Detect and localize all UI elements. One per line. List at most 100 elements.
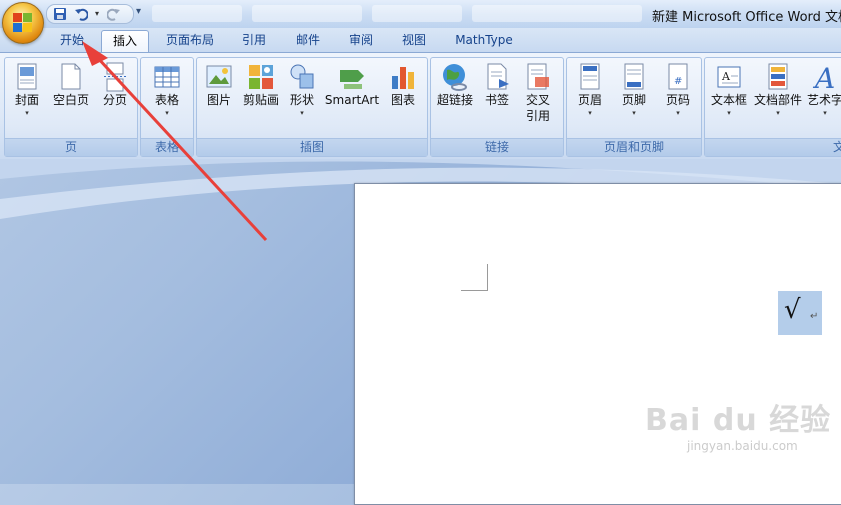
picture-label: 图片 [206,93,231,107]
tab-page-layout[interactable]: 页面布局 [158,30,222,52]
bookmark-label: 书签 [484,93,509,107]
header-button[interactable]: 页眉 ▾ [569,60,611,138]
hyperlink-button[interactable]: 超链接 [433,60,477,138]
tab-insert[interactable]: 插入 [101,30,149,53]
page-number-icon: # [664,62,692,92]
cross-reference-button[interactable]: 交叉 引用 [517,60,559,138]
group-header-footer: 页眉 ▾ 页脚 ▾ # 页码 ▾ 页眉和页脚 [566,57,702,157]
watermark-logo-text: Bai du 经验 [645,403,832,438]
text-box-label: 文本框 [710,93,747,107]
document-title: 新建 Microsoft Office Word 文档 [652,10,841,25]
cover-page-button[interactable]: 封面 ▾ [7,60,47,138]
smartart-icon [338,62,366,92]
quick-parts-button[interactable]: 文档部件 ▾ [751,60,805,138]
page-break-label: 分页 [102,93,127,107]
watermark-url: jingyan.baidu.com [687,439,798,453]
quick-parts-label: 文档部件 [753,93,802,107]
blank-page-button[interactable]: 空白页 [49,60,93,138]
header-icon [576,62,604,92]
chevron-down-icon: ▾ [632,109,636,117]
chevron-down-icon: ▾ [25,109,29,117]
undo-icon[interactable] [74,7,89,21]
blank-page-icon [57,62,85,92]
chevron-down-icon: ▾ [823,109,827,117]
margin-corner-mark [461,264,488,291]
hyperlink-label: 超链接 [436,93,473,107]
shapes-button[interactable]: 形状 ▾ [283,60,321,138]
shapes-label: 形状 [289,93,314,107]
taskbar-item [152,5,242,22]
chart-button[interactable]: 图表 [383,60,423,138]
chevron-down-icon: ▾ [776,109,780,117]
tab-mathtype[interactable]: MathType [446,30,522,52]
text-box-button[interactable]: A 文本框 ▾ [707,60,751,138]
page-number-button[interactable]: # 页码 ▾ [657,60,699,138]
group-table: 表格 ▾ 表格 [140,57,194,157]
chevron-down-icon: ▾ [676,109,680,117]
page-number-label: 页码 [665,93,690,107]
clip-art-button[interactable]: 剪贴画 [241,60,281,138]
svg-text:A: A [812,62,835,92]
picture-button[interactable]: 图片 [199,60,239,138]
clip-art-label: 剪贴画 [242,93,279,107]
chevron-down-icon: ▾ [165,109,169,117]
svg-text:#: # [674,76,682,87]
tab-view[interactable]: 视图 [392,30,436,52]
taskbar-item [372,5,462,22]
globe-icon [441,62,469,92]
save-icon[interactable] [53,7,67,21]
redo-icon[interactable] [106,7,121,21]
ribbon-tabs: 开始 插入 页面布局 引用 邮件 审阅 视图 MathType [0,28,841,53]
quick-access-toolbar: ▾ [46,4,134,24]
wordart-icon: A [811,62,839,95]
bookmark-icon [483,62,511,92]
page-break-icon [101,62,129,92]
smartart-button[interactable]: SmartArt [323,60,381,138]
bookmark-button[interactable]: 书签 [479,60,515,138]
undo-dropdown-icon[interactable]: ▾ [90,7,104,21]
header-label: 页眉 [577,93,602,107]
cross-reference-icon [524,62,552,92]
group-header-footer-label: 页眉和页脚 [567,138,701,156]
group-table-label: 表格 [141,138,193,156]
customize-icon[interactable]: ▾ [136,6,141,17]
chart-label: 图表 [390,93,415,107]
group-pages: 封面 ▾ 空白页 分页 页 [4,57,138,157]
table-button[interactable]: 表格 ▾ [145,60,189,138]
tab-mailings[interactable]: 邮件 [286,30,330,52]
footer-icon [620,62,648,92]
cover-page-icon [13,62,41,92]
wordart-button[interactable]: A 艺术字 ▾ [805,60,841,138]
table-label: 表格 [154,93,179,107]
table-icon [153,62,181,92]
page-break-button[interactable]: 分页 [95,60,135,138]
check-symbol: √ [784,295,801,325]
tab-references[interactable]: 引用 [232,30,276,52]
wordart-label: 艺术字 [806,93,841,107]
blank-page-label: 空白页 [52,93,89,107]
baidu-watermark: Bai du 经验 jingyan.baidu.com [645,395,831,453]
paragraph-mark-icon: ↵ [810,311,819,322]
taskbar-item [252,5,362,22]
quick-parts-icon [764,62,792,92]
group-links-label: 链接 [431,138,563,156]
group-text: A 文本框 ▾ 文档部件 ▾ A 艺术字 ▾ 文 [704,57,841,157]
document-page[interactable]: √ ↵ [354,183,841,505]
chevron-down-icon: ▾ [727,109,731,117]
tab-home[interactable]: 开始 [50,30,94,52]
shapes-icon [288,62,316,92]
taskbar-item [472,5,642,22]
office-logo-icon [13,13,33,33]
group-pages-label: 页 [5,138,137,156]
text-box-icon: A [715,62,743,92]
title-bar: ▾ ▾ 新建 Microsoft Office Word 文档 [0,0,841,29]
office-button[interactable] [2,2,44,44]
tab-review[interactable]: 审阅 [339,30,383,52]
picture-icon [205,62,233,92]
footer-button[interactable]: 页脚 ▾ [613,60,655,138]
cross-reference-label-1: 交叉 [525,93,550,107]
chevron-down-icon: ▾ [588,109,592,117]
clip-art-icon [247,62,275,92]
selected-symbol[interactable]: √ ↵ [778,291,822,335]
footer-label: 页脚 [621,93,646,107]
